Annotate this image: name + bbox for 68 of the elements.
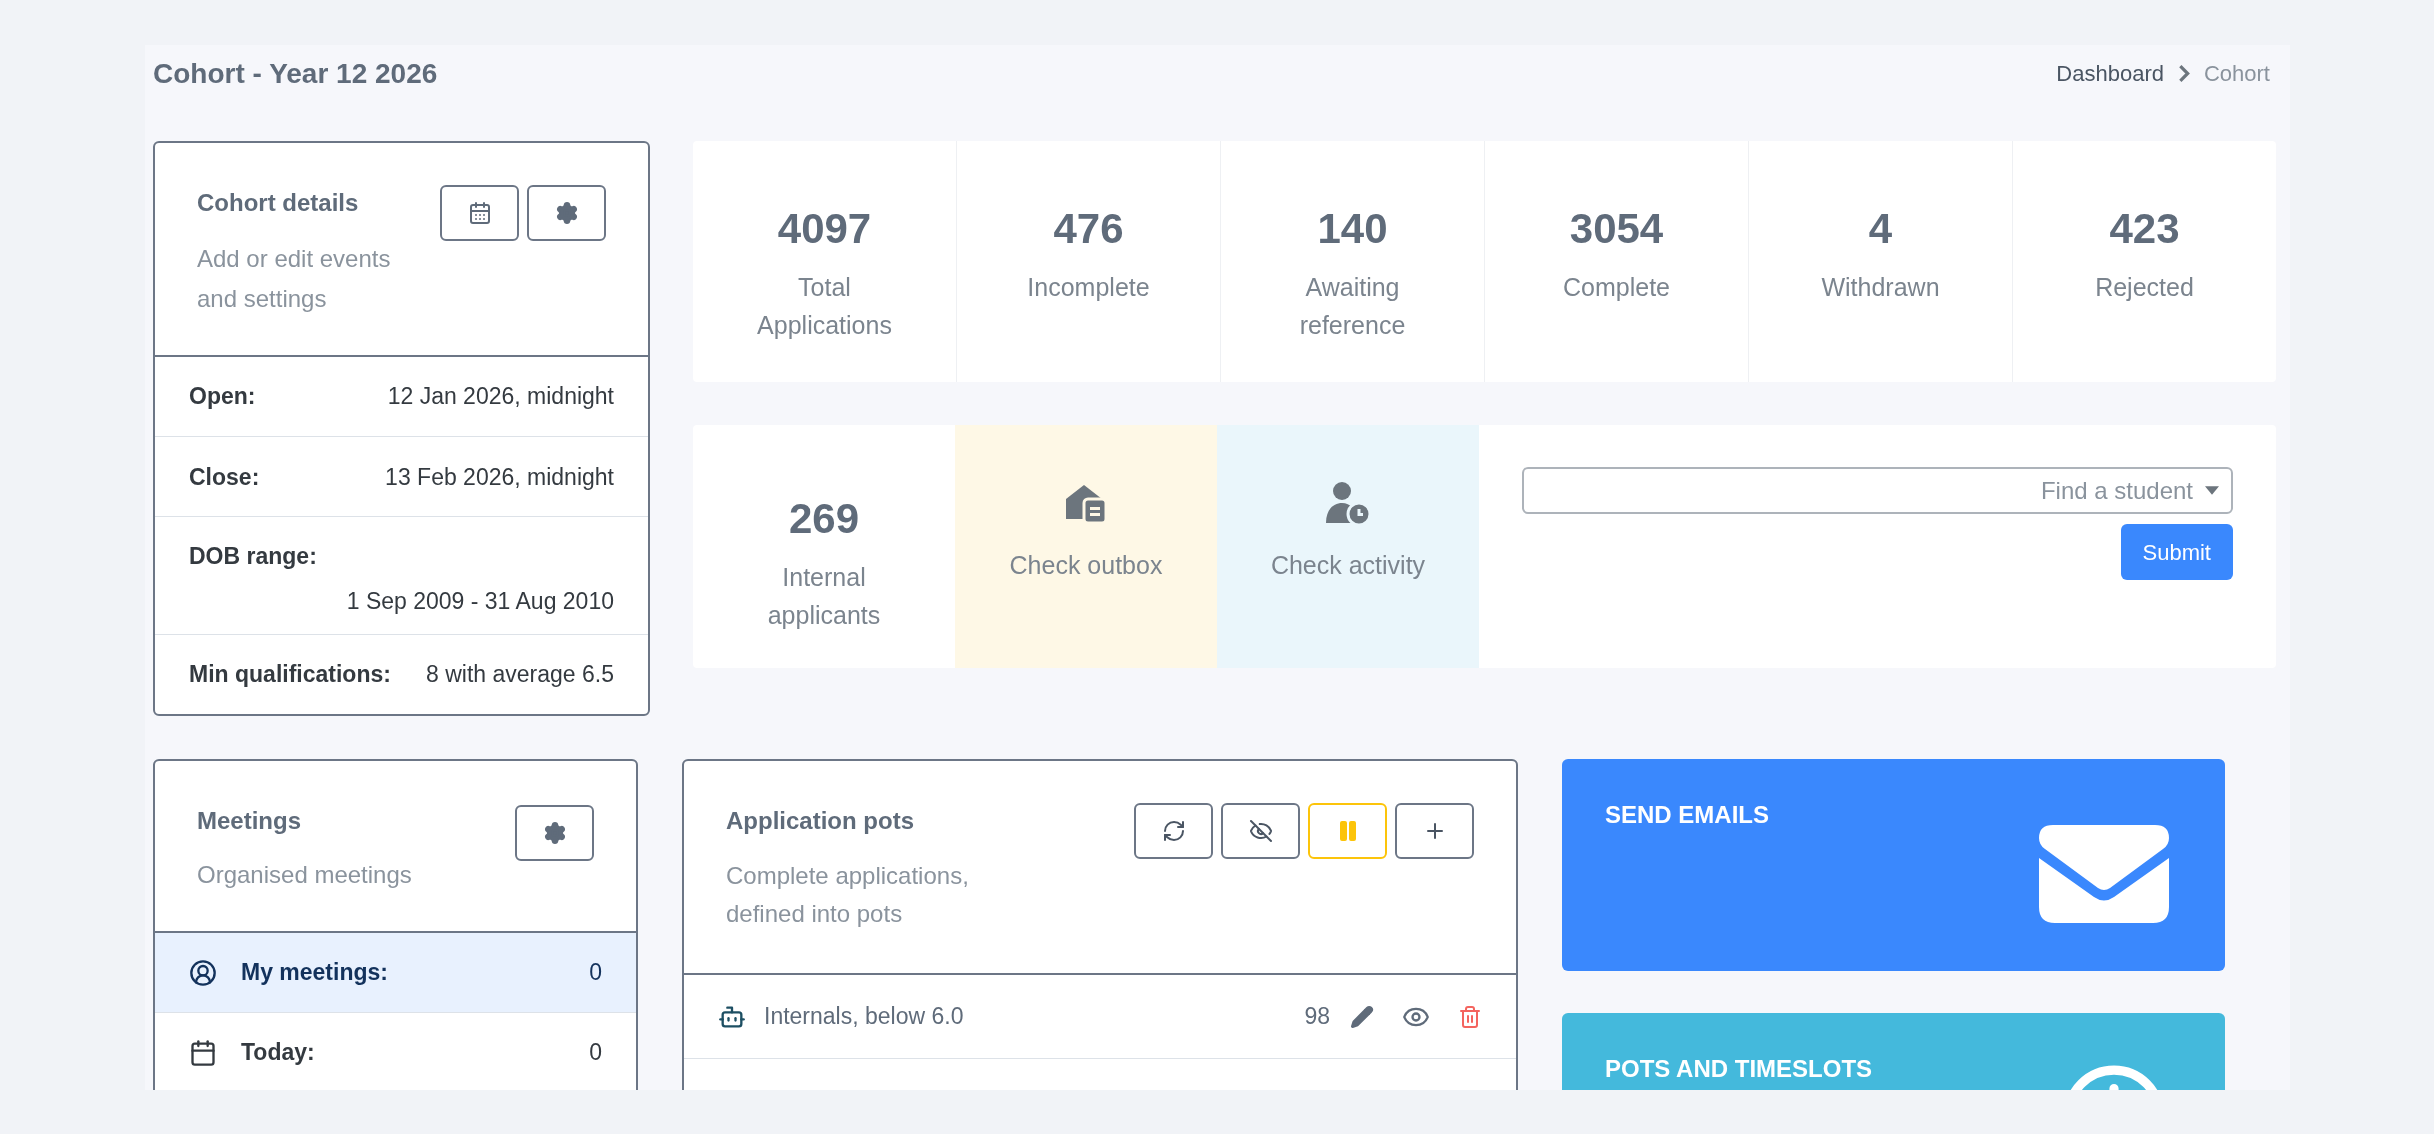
card-subtitle: Organised meetings xyxy=(197,860,412,890)
stat-label: Incomplete xyxy=(1026,272,1151,303)
stat-value: 269 xyxy=(788,494,860,544)
detail-label: Open: xyxy=(189,382,256,412)
action-tile[interactable]: Check activity xyxy=(1217,425,1479,668)
select-placeholder: Find a student xyxy=(2040,475,2193,506)
stat-label: Total Applications xyxy=(756,272,893,341)
card-title: Meetings xyxy=(197,806,302,836)
settings-button[interactable] xyxy=(527,185,606,241)
stat-label: Withdrawn xyxy=(1820,272,1941,303)
settings-icon xyxy=(554,201,579,225)
edit-icon[interactable] xyxy=(1350,1004,1374,1029)
student-select[interactable]: Find a student xyxy=(1522,467,2233,514)
detail-label: Min qualifications: xyxy=(189,660,391,690)
detail-label: Close: xyxy=(189,462,260,492)
settings-icon xyxy=(542,821,567,845)
submit-button[interactable]: Submit xyxy=(2120,524,2233,580)
stat-value: 140 xyxy=(1317,204,1388,254)
page-title: Cohort - Year 12 2026 xyxy=(153,56,438,91)
detail-value: 13 Feb 2026, midnight xyxy=(385,462,614,492)
eye-slash-icon xyxy=(1248,819,1273,843)
add-button[interactable] xyxy=(1395,803,1474,859)
calendar-icon xyxy=(189,1038,217,1067)
stat-label: Complete xyxy=(1562,272,1671,303)
tile-title: SEND EMAILS xyxy=(1605,800,1769,830)
action-tile[interactable]: POTS AND TIMESLOTS xyxy=(1562,1013,2225,1090)
meeting-row[interactable]: My meetings: 0 xyxy=(155,933,636,1013)
calendar-icon xyxy=(467,201,492,225)
hide-button[interactable] xyxy=(1221,803,1300,859)
tile-label: Check outbox xyxy=(1009,550,1163,581)
settings-button[interactable] xyxy=(515,805,594,861)
action-tile[interactable]: Check outbox xyxy=(955,425,1217,668)
card-title: Cohort details xyxy=(197,188,360,218)
card-title: Application pots xyxy=(726,806,915,836)
meeting-count: 0 xyxy=(589,1038,602,1068)
calendar-button[interactable] xyxy=(440,185,519,241)
chevron-right-icon xyxy=(2177,64,2190,83)
card-subtitle: Add or edit events and settings xyxy=(197,244,392,314)
user-circle-icon xyxy=(189,958,217,987)
stat-label: Awaiting reference xyxy=(1298,272,1407,341)
refresh-icon xyxy=(1161,819,1186,843)
tile-title: POTS AND TIMESLOTS xyxy=(1605,1054,1873,1084)
pot-name: Internals, below 6.0 xyxy=(764,1002,965,1032)
action-tile[interactable]: SEND EMAILS xyxy=(1562,759,2225,971)
refresh-button[interactable] xyxy=(1134,803,1213,859)
stat-value: 4097 xyxy=(777,204,872,254)
caret-down-icon xyxy=(2205,486,2219,495)
meeting-count: 0 xyxy=(589,958,602,988)
breadcrumb-link[interactable]: Dashboard xyxy=(2056,57,2164,90)
card-subtitle: Complete applications, defined into pots xyxy=(726,861,970,929)
stat-label: Rejected xyxy=(2094,272,2195,303)
user-clock-icon xyxy=(1324,479,1372,527)
breadcrumb-current: Cohort xyxy=(2203,60,2270,88)
pot-count: 98 xyxy=(1304,1002,1330,1032)
detail-label: DOB range: xyxy=(189,542,318,572)
meeting-label: Today: xyxy=(241,1038,316,1068)
detail-value: 12 Jan 2026, midnight xyxy=(387,382,614,412)
meeting-label: My meetings: xyxy=(241,958,389,988)
stat-value: 476 xyxy=(1053,204,1124,254)
envelope-icon xyxy=(2039,825,2169,923)
tile-label: Check activity xyxy=(1270,550,1426,581)
trash-icon[interactable] xyxy=(1458,1004,1482,1029)
stat-value: 3054 xyxy=(1569,204,1664,254)
detail-value: 1 Sep 2009 - 31 Aug 2010 xyxy=(346,586,614,616)
detail-value: 8 with average 6.5 xyxy=(426,660,614,690)
stat-label: Internal applicants xyxy=(766,562,882,631)
stat-value: 423 xyxy=(2109,204,2180,254)
stat-value: 4 xyxy=(1868,204,1893,254)
